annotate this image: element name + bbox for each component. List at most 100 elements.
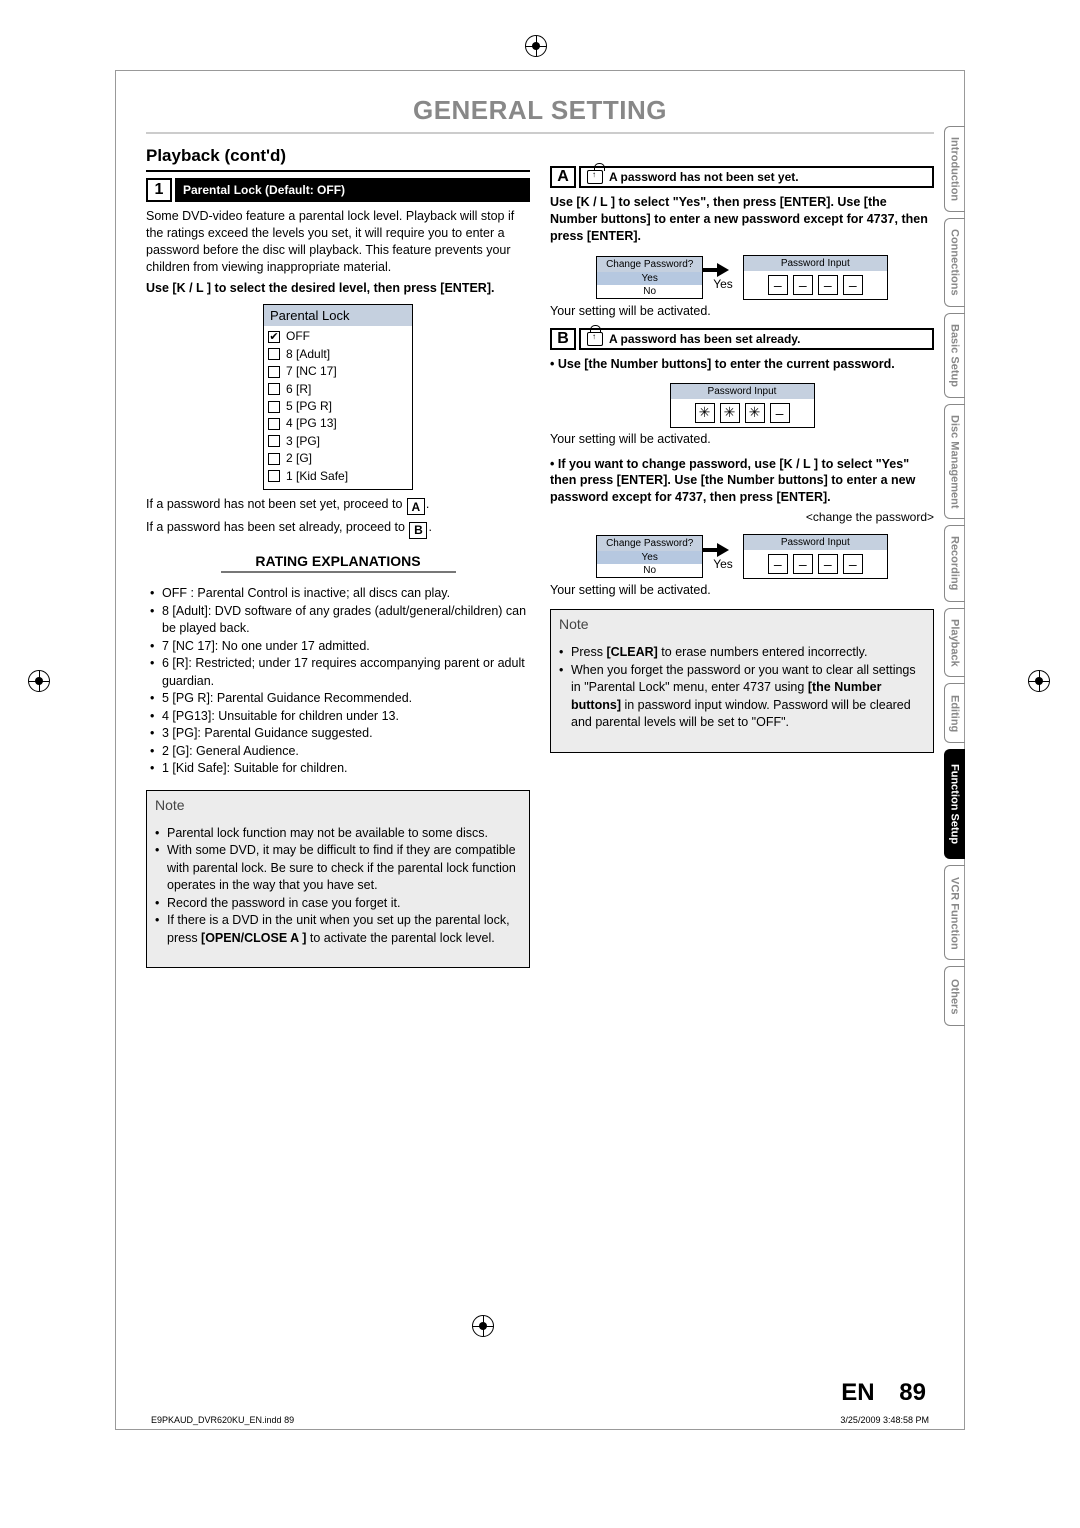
case-b-bar: B ↑ A password has been set already.	[550, 328, 934, 350]
note-item: Record the password in case you forget i…	[155, 895, 521, 913]
lock-open-icon: ↑	[587, 170, 603, 184]
rating-item: 4 [PG13]: Unsuitable for children under …	[150, 708, 530, 726]
tab-editing: Editing	[944, 683, 965, 743]
menu-item-label: OFF	[286, 328, 310, 345]
flow-a: Change Password? Yes No Yes Password Inp…	[550, 255, 934, 300]
menu-item: OFF	[268, 328, 408, 345]
password-title: Password Input	[744, 535, 887, 550]
menu-item-label: 3 [PG]	[286, 433, 320, 450]
change-password-dialog: Change Password? Yes No	[596, 535, 703, 578]
menu-item: 8 [Adult]	[268, 346, 408, 363]
menu-item-label: 6 [R]	[286, 381, 311, 398]
note-item: Parental lock function may not be availa…	[155, 825, 521, 843]
rating-item: 6 [R]: Restricted; under 17 requires acc…	[150, 655, 530, 690]
rating-item: 5 [PG R]: Parental Guidance Recommended.	[150, 690, 530, 708]
tab-others: Others	[944, 966, 965, 1026]
arrow-right-icon	[717, 543, 729, 557]
arrow-yes: Yes	[713, 263, 733, 291]
dialog-option-yes: Yes	[597, 272, 702, 285]
page-footer: EN 89	[841, 1379, 926, 1407]
menu-item: 7 [NC 17]	[268, 363, 408, 380]
dialog-option-no: No	[597, 564, 702, 577]
section-subhead: Playback (cont'd)	[146, 146, 530, 166]
case-b-text: A password has been set already.	[609, 332, 800, 346]
menu-item-label: 5 [PG R]	[286, 398, 332, 415]
lock-closed-icon: ↑	[587, 332, 603, 346]
tab-basic-setup: Basic Setup	[944, 313, 965, 398]
change-password-dialog: Change Password? Yes No	[596, 256, 703, 299]
password-title: Password Input	[671, 384, 814, 399]
tab-recording: Recording	[944, 525, 965, 601]
menu-item: 6 [R]	[268, 381, 408, 398]
case-a-letter: A	[550, 166, 576, 188]
menu-item: 5 [PG R]	[268, 398, 408, 415]
section-tabs: Introduction Connections Basic Setup Dis…	[944, 126, 965, 1026]
change-password-caption: <change the password>	[550, 510, 934, 524]
pw-digit: –	[768, 554, 788, 574]
note-item: If there is a DVD in the unit when you s…	[155, 912, 521, 947]
password-input-box: Password Input – – – –	[743, 534, 888, 579]
tab-vcr-function: VCR Function	[944, 865, 965, 960]
case-a-instruction: Use [K / L ] to select "Yes", then press…	[550, 194, 934, 245]
step-1-label: Parental Lock (Default: OFF)	[175, 178, 530, 202]
pw-digit: –	[770, 403, 790, 423]
proceed-a-line: If a password has not been set yet, proc…	[146, 496, 530, 516]
arrow-label: Yes	[713, 277, 733, 291]
arrow-right-icon	[717, 263, 729, 277]
letter-a-icon: A	[407, 498, 425, 515]
registration-mark-left	[28, 670, 50, 692]
menu-item-label: 1 [Kid Safe]	[286, 468, 348, 485]
checkbox-checked-icon	[268, 331, 280, 343]
proceed-b-line: If a password has been set already, proc…	[146, 519, 530, 539]
tab-function-setup: Function Setup	[944, 749, 965, 859]
checkbox-icon	[268, 401, 280, 413]
meta-filename: E9PKAUD_DVR620KU_EN.indd 89	[151, 1415, 294, 1425]
pw-digit: –	[818, 554, 838, 574]
menu-item: 4 [PG 13]	[268, 415, 408, 432]
ratings-heading: RATING EXPLANATIONS	[146, 553, 530, 569]
menu-item-label: 4 [PG 13]	[286, 415, 337, 432]
note-item: With some DVD, it may be difficult to fi…	[155, 842, 521, 895]
pw-digit: –	[793, 554, 813, 574]
pw-digit: –	[793, 275, 813, 295]
password-input-box: Password Input – – – –	[743, 255, 888, 300]
rating-item: 7 [NC 17]: No one under 17 admitted.	[150, 638, 530, 656]
tab-connections: Connections	[944, 218, 965, 307]
checkbox-icon	[268, 418, 280, 430]
rating-item: 2 [G]: General Audience.	[150, 743, 530, 761]
instruction-1: Use [K / L ] to select the desired level…	[146, 280, 530, 297]
note-item: When you forget the password or you want…	[559, 662, 925, 732]
case-a-bar: A ↑ A password has not been set yet.	[550, 166, 934, 188]
checkbox-icon	[268, 348, 280, 360]
activated-text: Your setting will be activated.	[550, 432, 934, 446]
dialog-option-no: No	[597, 285, 702, 298]
arrow-yes: Yes	[713, 543, 733, 571]
menu-title: Parental Lock	[264, 305, 412, 326]
page-frame: GENERAL SETTING Introduction Connections…	[115, 70, 965, 1430]
checkbox-icon	[268, 366, 280, 378]
case-b-instruction: • Use [the Number buttons] to enter the …	[550, 356, 934, 373]
case-b-letter: B	[550, 328, 576, 350]
pw-digit: ✳	[695, 403, 715, 423]
footer-page: 89	[899, 1379, 926, 1406]
dialog-title: Change Password?	[597, 257, 702, 272]
menu-item: 1 [Kid Safe]	[268, 468, 408, 485]
rating-item: OFF : Parental Control is inactive; all …	[150, 585, 530, 603]
step-1-bar: 1 Parental Lock (Default: OFF)	[146, 178, 530, 202]
note-item: Press [CLEAR] to erase numbers entered i…	[559, 644, 925, 662]
tab-disc-management: Disc Management	[944, 404, 965, 520]
step-1-number: 1	[146, 178, 172, 202]
password-title: Password Input	[744, 256, 887, 271]
registration-mark-top	[525, 35, 547, 57]
ratings-underline	[221, 571, 456, 573]
rating-item: 1 [Kid Safe]: Suitable for children.	[150, 760, 530, 778]
dialog-title: Change Password?	[597, 536, 702, 551]
tab-playback: Playback	[944, 608, 965, 678]
registration-mark-right	[1028, 670, 1050, 692]
note-box-2: Note Press [CLEAR] to erase numbers ente…	[550, 609, 934, 753]
checkbox-icon	[268, 383, 280, 395]
menu-item-label: 7 [NC 17]	[286, 363, 337, 380]
checkbox-icon	[268, 435, 280, 447]
menu-item: 2 [G]	[268, 450, 408, 467]
intro-paragraph: Some DVD-video feature a parental lock l…	[146, 208, 530, 276]
